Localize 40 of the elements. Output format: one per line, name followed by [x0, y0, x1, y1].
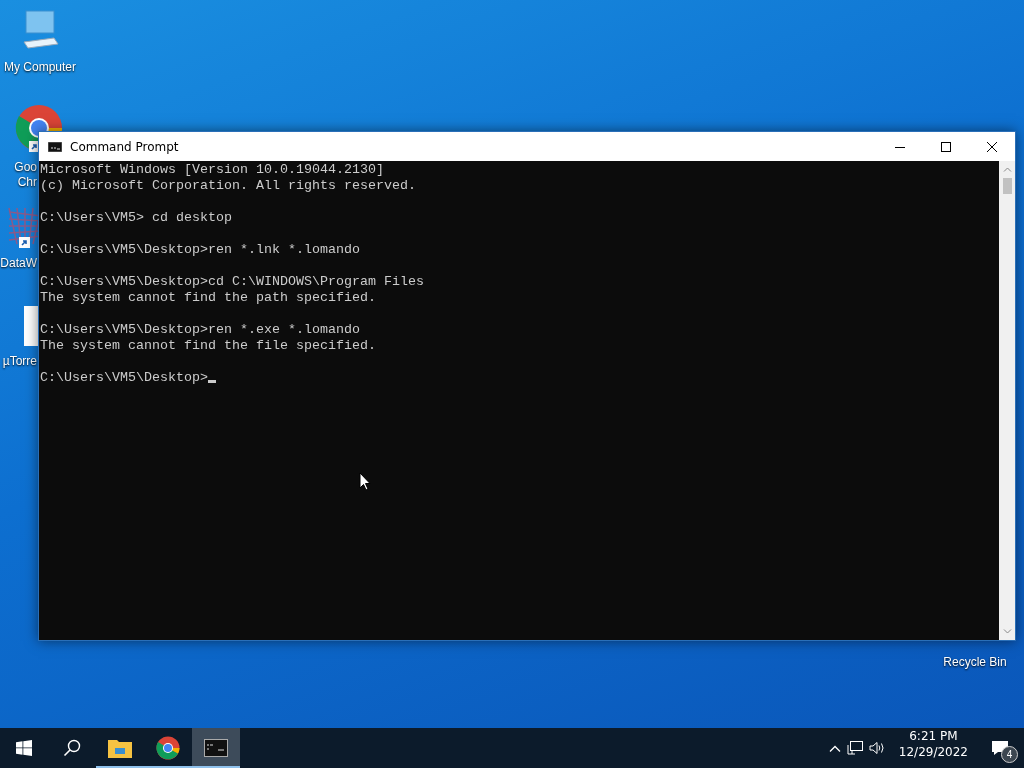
scroll-down-icon	[1002, 629, 1012, 634]
scroll-up-icon	[1002, 167, 1012, 172]
notifications-button[interactable]: 4	[976, 728, 1024, 768]
scrollbar[interactable]	[999, 161, 1015, 640]
maximize-icon	[941, 141, 951, 152]
time-text: 6:21 PM	[909, 728, 958, 744]
icon-label: µTorre	[2, 354, 37, 369]
console-line: The system cannot find the path specified.	[40, 290, 377, 306]
scrollbar-thumb[interactable]	[1002, 178, 1012, 194]
clock[interactable]: 6:21 PM 12/29/2022	[890, 728, 976, 768]
console-line: C:\Users\VM5> cd desktop	[40, 210, 233, 226]
console-line: C:\Users\VM5\Desktop>ren *.exe *.lomando	[40, 322, 361, 338]
volume-icon[interactable]	[868, 741, 885, 755]
console-line: The system cannot find the file specified.	[40, 338, 377, 354]
windows-logo-icon	[16, 740, 32, 756]
blank-file-icon	[24, 306, 38, 346]
icon-label: Recycle Bin	[943, 655, 1007, 670]
mouse-pointer-icon	[359, 472, 371, 491]
icon-label: DataW	[0, 256, 37, 271]
date-text: 12/29/2022	[898, 744, 968, 760]
text-cursor	[207, 380, 216, 383]
folder-icon	[108, 738, 132, 758]
network-icon[interactable]	[846, 741, 863, 755]
search-icon	[63, 739, 81, 757]
console-prompt[interactable]: C:\Users\VM5\Desktop>	[40, 370, 999, 386]
chrome-icon	[156, 736, 180, 760]
console-line: Microsoft Windows [Version 10.0.19044.2130]	[40, 162, 385, 178]
close-icon	[987, 141, 997, 152]
taskbar-app-button[interactable]	[192, 728, 240, 768]
console-icon	[204, 739, 228, 757]
console-line: (c) Microsoft Corporation. All rights reserved.	[40, 178, 417, 194]
console-line: C:\Users\VM5\Desktop>ren *.lnk *.lomando	[40, 242, 361, 258]
console-line: C:\Users\VM5\Desktop>cd C:\WINDOWS\Program Files	[40, 274, 425, 290]
notification-count: 4	[1001, 746, 1018, 763]
chevron-up-icon[interactable]	[828, 744, 841, 752]
console-icon	[48, 141, 62, 152]
icon-label: My Computer	[4, 60, 76, 75]
icon-label: Chr	[17, 175, 37, 190]
icon-label: Goo	[14, 160, 37, 175]
window-title: Command Prompt	[70, 139, 180, 154]
